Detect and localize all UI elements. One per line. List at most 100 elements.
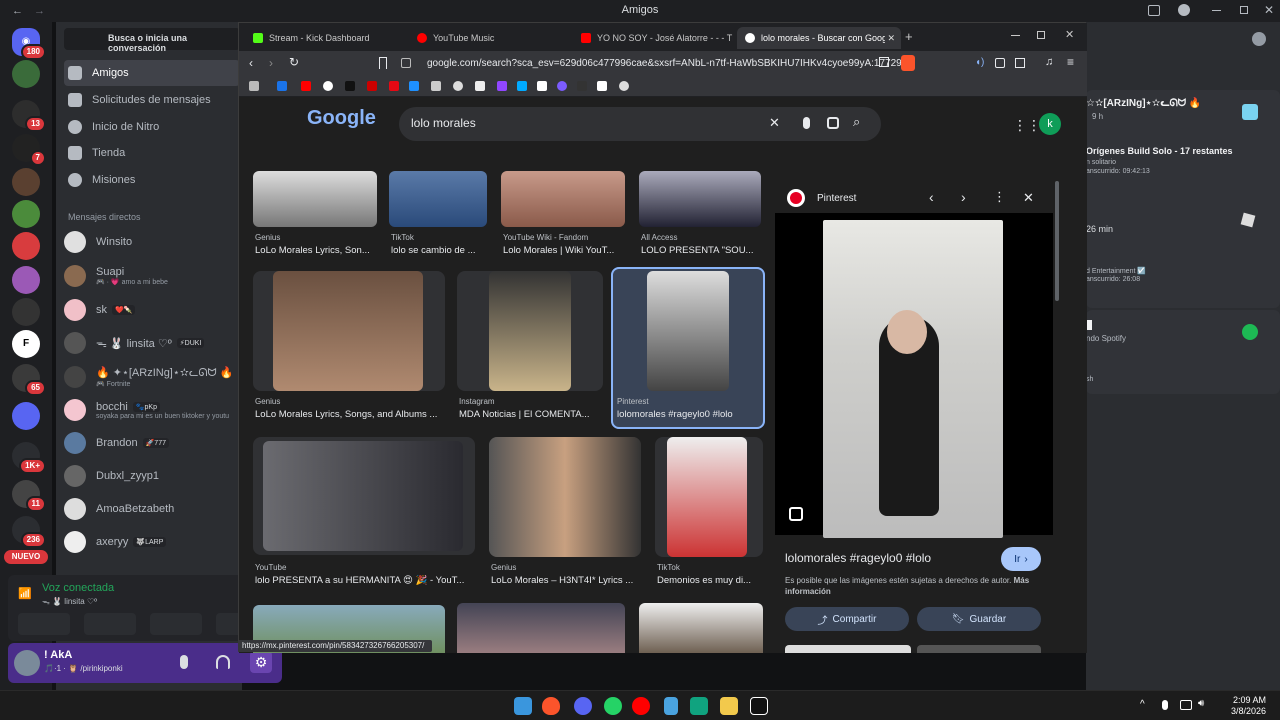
back-icon[interactable]: ‹	[249, 56, 253, 70]
menu-icon[interactable]: ≡	[1067, 55, 1074, 69]
result-card[interactable]	[253, 437, 475, 555]
headphones-icon[interactable]	[216, 655, 230, 669]
dm-item[interactable]: axeryy 🐺LARP	[64, 526, 240, 558]
kick-icon[interactable]	[750, 697, 768, 715]
apps-icon[interactable]	[249, 81, 259, 91]
chatgpt-icon[interactable]	[690, 697, 708, 715]
media-icon[interactable]: ♫	[1045, 56, 1053, 68]
activities-button[interactable]	[150, 613, 202, 635]
result-title[interactable]: LoLo Morales Lyrics, Songs, and Albums .…	[255, 409, 445, 420]
close-tab-icon[interactable]: ✕	[887, 33, 895, 44]
dm-item[interactable]: 🔥 ✦⋆[ARzINg]⋆✫ᓚᘏᗢ 🔥 🎮 Fortnite	[64, 361, 240, 393]
account-avatar[interactable]: k	[1039, 113, 1061, 135]
bookmark-icon[interactable]	[277, 81, 287, 91]
whatsapp-icon[interactable]	[604, 697, 622, 715]
result-title[interactable]: lolo se cambio de ...	[391, 245, 491, 256]
visit-button[interactable]: Ir ›	[1001, 547, 1041, 571]
youtube-icon[interactable]	[632, 697, 650, 715]
bookmark-icon[interactable]	[431, 81, 441, 91]
bookmark-icon[interactable]	[453, 81, 463, 91]
result-card[interactable]	[457, 271, 603, 391]
google-logo[interactable]: Google	[307, 107, 376, 130]
new-badge[interactable]: NUEVO	[4, 550, 48, 564]
result-image[interactable]	[389, 171, 487, 227]
nav-shop[interactable]: Tienda	[64, 140, 240, 166]
dm-item[interactable]: ᯓ ⁠🐰 linsita ♡º ⚡DUKI	[64, 327, 240, 359]
search-box[interactable]: lolo morales ✕ ⌕	[399, 107, 881, 141]
activity-card[interactable]: ☆✫[ARzINg]⋆✫ᓚᘏᗢ 🔥 9 h Orígenes Build Sol…	[1086, 90, 1280, 308]
close-icon[interactable]: ✕	[1264, 3, 1274, 17]
nav-nitro[interactable]: Inicio de Nitro	[64, 114, 240, 140]
more-options-icon[interactable]: ⋮	[993, 189, 1006, 205]
lens-search-icon[interactable]	[789, 507, 803, 521]
related-image[interactable]	[917, 645, 1041, 653]
start-icon[interactable]	[514, 697, 532, 715]
microphone-icon[interactable]	[180, 655, 188, 669]
preview-title[interactable]: lolomorales #rageylo0 #lolo	[785, 551, 931, 565]
nav-quests[interactable]: Misiones	[64, 167, 240, 193]
bookmark-icon[interactable]	[345, 81, 355, 91]
reload-icon[interactable]: ↻	[289, 55, 299, 69]
bookmark-icon[interactable]	[409, 81, 419, 91]
bookmark-icon[interactable]	[537, 81, 547, 91]
bookmark-icon[interactable]	[597, 81, 607, 91]
minimize-icon[interactable]	[1212, 10, 1221, 11]
dm-item[interactable]: Suapi 🎮 · 💗 amo a mi bebe	[64, 260, 240, 292]
result-image[interactable]	[253, 171, 377, 227]
dm-item[interactable]: Brandon 🚀777	[64, 427, 240, 459]
preview-image[interactable]	[823, 220, 1003, 538]
bookmark-icon[interactable]	[577, 81, 587, 91]
clear-icon[interactable]: ✕	[769, 115, 780, 131]
result-title[interactable]: LOLO PRESENTA "SOU...	[641, 245, 761, 256]
brave-shields-icon[interactable]	[901, 55, 915, 71]
bookmark-icon[interactable]	[557, 81, 567, 91]
lens-icon[interactable]	[827, 117, 839, 129]
share-icon[interactable]	[879, 57, 889, 67]
tray-chevron-icon[interactable]: ^	[1140, 699, 1145, 710]
result-title[interactable]: MDA Noticias | El COMENTA...	[459, 409, 603, 420]
result-card[interactable]	[489, 437, 641, 557]
minimize-icon[interactable]	[1011, 35, 1020, 36]
search-input[interactable]: lolo morales	[411, 116, 476, 130]
related-image[interactable]	[785, 645, 911, 653]
next-icon[interactable]: ›	[961, 189, 966, 205]
site-info-icon[interactable]	[401, 58, 411, 68]
result-title[interactable]: lolomorales #rageylo0 #lolo	[617, 409, 759, 420]
extensions-icon[interactable]	[995, 58, 1005, 68]
screen-share-button[interactable]	[84, 613, 136, 635]
bookmark-icon[interactable]	[301, 81, 311, 91]
maximize-icon[interactable]	[1240, 6, 1248, 14]
result-card-selected[interactable]: Pinterest lolomorales #rageylo0 #lolo	[611, 267, 765, 429]
preview-source[interactable]: Pinterest	[817, 193, 856, 204]
tab-youtube[interactable]: YO NO SOY - José Alatorre - - - TRIL	[573, 27, 733, 49]
bookmark-icon[interactable]	[367, 81, 377, 91]
new-tab-icon[interactable]: +	[905, 29, 913, 44]
result-card[interactable]	[655, 437, 763, 557]
server-icon[interactable]	[12, 60, 40, 88]
server-icon[interactable]: 65	[12, 364, 46, 396]
result-title[interactable]: LoLo Morales – H3NT4I* Lyrics ...	[491, 575, 641, 586]
result-title[interactable]: Demonios es muy di...	[657, 575, 763, 586]
new-group-dm-icon[interactable]	[1252, 32, 1266, 46]
result-title[interactable]: Lolo Morales | Wiki YouT...	[503, 245, 627, 256]
server-folder-icon[interactable]: 1K+	[12, 442, 46, 474]
audio-icon[interactable]: ◖)	[975, 57, 984, 68]
bookmark-icon[interactable]	[379, 57, 387, 69]
close-icon[interactable]: ✕	[1023, 190, 1034, 206]
result-image[interactable]	[639, 603, 763, 653]
server-icon[interactable]: F	[12, 330, 40, 358]
server-icon[interactable]	[12, 200, 40, 228]
microphone-icon[interactable]	[803, 117, 810, 129]
discord-icon[interactable]	[574, 697, 592, 715]
server-icon[interactable]: 13	[12, 100, 46, 132]
dm-item[interactable]: Dubxl_zyyp1	[64, 460, 240, 492]
discord-home-icon[interactable]: ◉ 180	[12, 28, 46, 60]
scrollbar[interactable]	[1055, 181, 1059, 301]
share-button[interactable]: ⤴ Compartir	[785, 607, 909, 631]
close-window-icon[interactable]: ✕	[1065, 28, 1074, 41]
dm-item[interactable]: bocchi 🐾pKp soyaka para mi es un buen tikt…	[64, 394, 240, 426]
result-title[interactable]: LoLo Morales Lyrics, Son...	[255, 245, 379, 256]
server-icon[interactable]	[12, 402, 40, 430]
server-icon[interactable]	[12, 298, 40, 326]
avatar[interactable]	[14, 650, 40, 676]
